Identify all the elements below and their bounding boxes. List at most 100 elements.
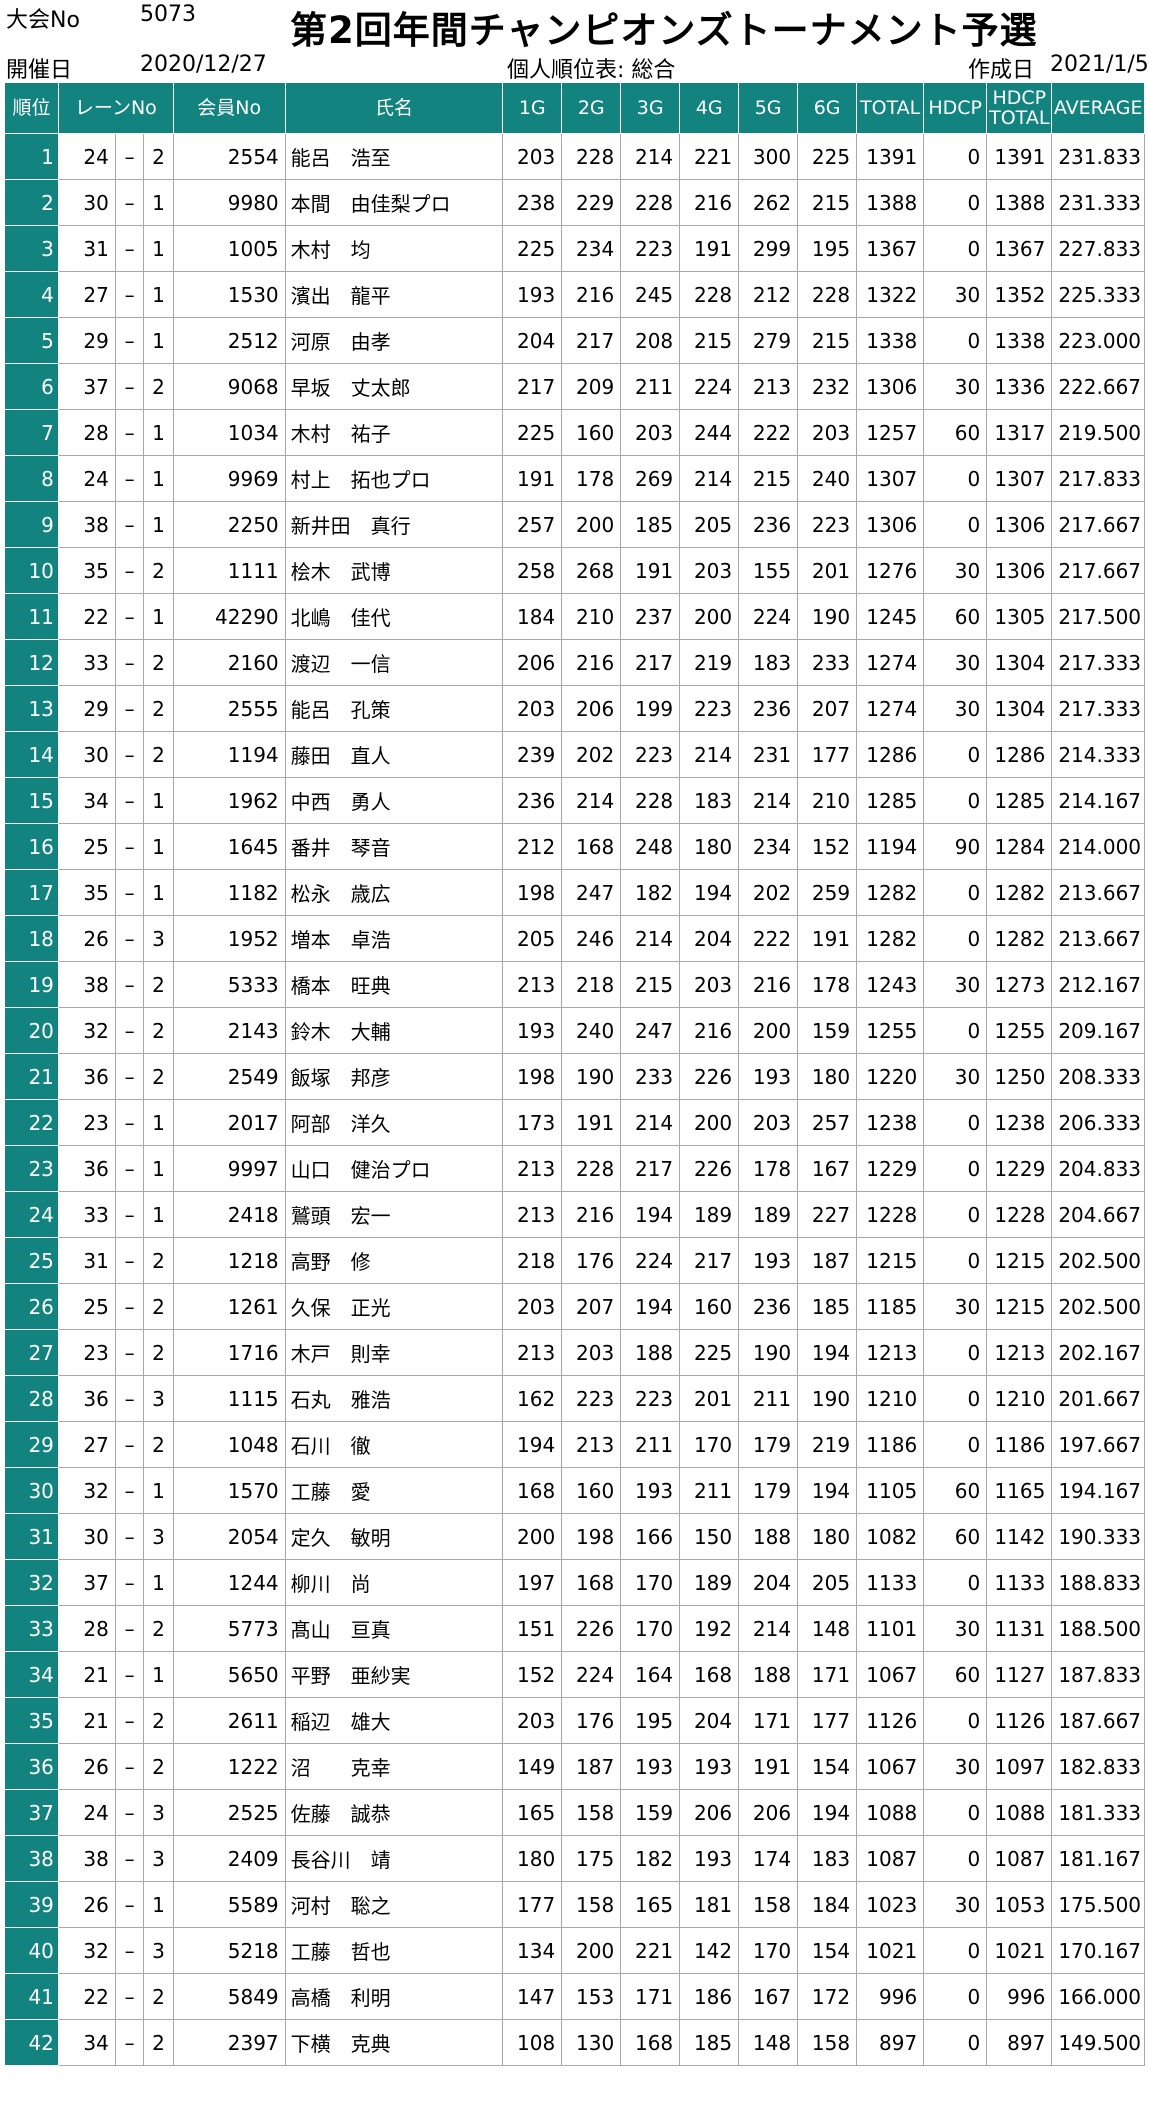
lane-sep-cell: – [114, 1973, 145, 2020]
game-5-cell: 211 [738, 1375, 799, 1422]
game-4-cell: 216 [679, 1007, 740, 1054]
tournament-no: 5073 [140, 2, 196, 27]
hdcp-cell: 30 [923, 1881, 988, 1928]
game-2-cell: 216 [561, 639, 622, 686]
game-1-cell: 193 [502, 1007, 563, 1054]
average-cell: 188.500 [1051, 1605, 1145, 1652]
game-3-cell: 203 [620, 409, 681, 456]
game-4-cell: 204 [679, 1697, 740, 1744]
average-cell: 187.833 [1051, 1651, 1145, 1698]
rank-cell: 26 [4, 1283, 59, 1330]
hdcp-cell: 0 [923, 777, 988, 824]
hdcp-total-cell: 1133 [986, 1559, 1053, 1606]
rank-cell: 27 [4, 1329, 59, 1376]
table-label: 個人順位表: 総合 [507, 58, 676, 83]
hdcp-total-cell: 1250 [986, 1053, 1053, 1100]
table-row: 25 31–2 1218 高野 修 218 176 224 217 193 187 1215 0 121… [4, 1237, 1145, 1284]
hdcp-cell: 0 [923, 731, 988, 778]
lane-sep-cell: – [114, 501, 145, 548]
lane-pos-cell: 2 [143, 1237, 174, 1284]
game-3-cell: 269 [620, 455, 681, 502]
member-no-cell: 9997 [172, 1145, 286, 1192]
game-4-cell: 181 [679, 1881, 740, 1928]
game-1-cell: 173 [502, 1099, 563, 1146]
average-cell: 214.000 [1051, 823, 1145, 870]
lane-cell: 22 [57, 593, 116, 640]
player-name-cell: 中西 勇人 [284, 777, 504, 824]
table-row: 26 25–2 1261 久保 正光 203 207 194 160 236 185 1185 30 1… [4, 1283, 1145, 1330]
col-hdcp-total: HDCP TOTAL [986, 82, 1053, 134]
average-cell: 214.333 [1051, 731, 1145, 778]
lane-pos-cell: 2 [143, 133, 174, 180]
game-2-cell: 228 [561, 133, 622, 180]
total-cell: 1215 [856, 1237, 925, 1284]
game-5-cell: 170 [738, 1927, 799, 1974]
lane-cell: 27 [57, 271, 116, 318]
game-6-cell: 190 [797, 1375, 858, 1422]
table-row: 40 32–3 5218 工藤 哲也 134 200 221 142 170 154 1021 0 10… [4, 1927, 1145, 1974]
table-row: 7 28–1 1034 木村 祐子 225 160 203 244 222 203 1257 60 13… [4, 409, 1145, 456]
lane-cell: 33 [57, 639, 116, 686]
game-4-cell: 200 [679, 1099, 740, 1146]
game-6-cell: 148 [797, 1605, 858, 1652]
lane-sep-cell: – [114, 1605, 145, 1652]
hdcp-total-cell: 1053 [986, 1881, 1053, 1928]
player-name-cell: 長谷川 靖 [284, 1835, 504, 1882]
player-name-cell: 髙山 亘真 [284, 1605, 504, 1652]
hdcp-total-cell: 1304 [986, 685, 1053, 732]
total-cell: 1210 [856, 1375, 925, 1422]
game-5-cell: 189 [738, 1191, 799, 1238]
table-row: 23 36–1 9997 山口 健治プロ 213 228 217 226 178 167 1229 0… [4, 1145, 1145, 1192]
game-6-cell: 223 [797, 501, 858, 548]
lane-sep-cell: – [114, 1375, 145, 1422]
game-4-cell: 200 [679, 593, 740, 640]
rank-cell: 24 [4, 1191, 59, 1238]
game-1-cell: 258 [502, 547, 563, 594]
member-no-cell: 2017 [172, 1099, 286, 1146]
table-row: 22 23–1 2017 阿部 洋久 173 191 214 200 203 257 1238 0 12… [4, 1099, 1145, 1146]
lane-sep-cell: – [114, 547, 145, 594]
created-date: 2021/1/5 [1050, 52, 1149, 77]
lane-cell: 22 [57, 1973, 116, 2020]
game-3-cell: 223 [620, 1375, 681, 1422]
lane-pos-cell: 2 [143, 1697, 174, 1744]
game-5-cell: 179 [738, 1421, 799, 1468]
lane-cell: 31 [57, 1237, 116, 1284]
created-label: 作成日 [968, 58, 1035, 83]
game-6-cell: 257 [797, 1099, 858, 1146]
standings-body: 1 24–2 2554 能呂 浩至 203 228 214 221 300 225 1391 0 139… [4, 133, 1145, 2066]
lane-sep-cell: – [114, 1007, 145, 1054]
player-name-cell: 平野 亜紗実 [284, 1651, 504, 1698]
lane-sep-cell: – [114, 777, 145, 824]
game-4-cell: 193 [679, 1743, 740, 1790]
game-5-cell: 188 [738, 1651, 799, 1698]
rank-cell: 21 [4, 1053, 59, 1100]
rank-cell: 1 [4, 133, 59, 180]
average-cell: 222.667 [1051, 363, 1145, 410]
average-cell: 213.667 [1051, 869, 1145, 916]
player-name-cell: 増本 卓浩 [284, 915, 504, 962]
member-no-cell: 1034 [172, 409, 286, 456]
member-no-cell: 2054 [172, 1513, 286, 1560]
game-6-cell: 178 [797, 961, 858, 1008]
average-cell: 217.833 [1051, 455, 1145, 502]
hdcp-total-cell: 1238 [986, 1099, 1053, 1146]
member-no-cell: 9068 [172, 363, 286, 410]
game-3-cell: 247 [620, 1007, 681, 1054]
total-cell: 1282 [856, 869, 925, 916]
game-3-cell: 193 [620, 1467, 681, 1514]
lane-pos-cell: 1 [143, 271, 174, 318]
game-2-cell: 168 [561, 1559, 622, 1606]
lane-pos-cell: 2 [143, 1605, 174, 1652]
hdcp-cell: 0 [923, 133, 988, 180]
hdcp-total-cell: 1215 [986, 1283, 1053, 1330]
col-hdcp-total-line2: TOTAL [989, 107, 1050, 129]
total-cell: 1274 [856, 685, 925, 732]
average-cell: 182.833 [1051, 1743, 1145, 1790]
lane-pos-cell: 2 [143, 1421, 174, 1468]
game-6-cell: 228 [797, 271, 858, 318]
game-3-cell: 170 [620, 1605, 681, 1652]
rank-cell: 7 [4, 409, 59, 456]
game-1-cell: 218 [502, 1237, 563, 1284]
hdcp-total-cell: 1306 [986, 547, 1053, 594]
